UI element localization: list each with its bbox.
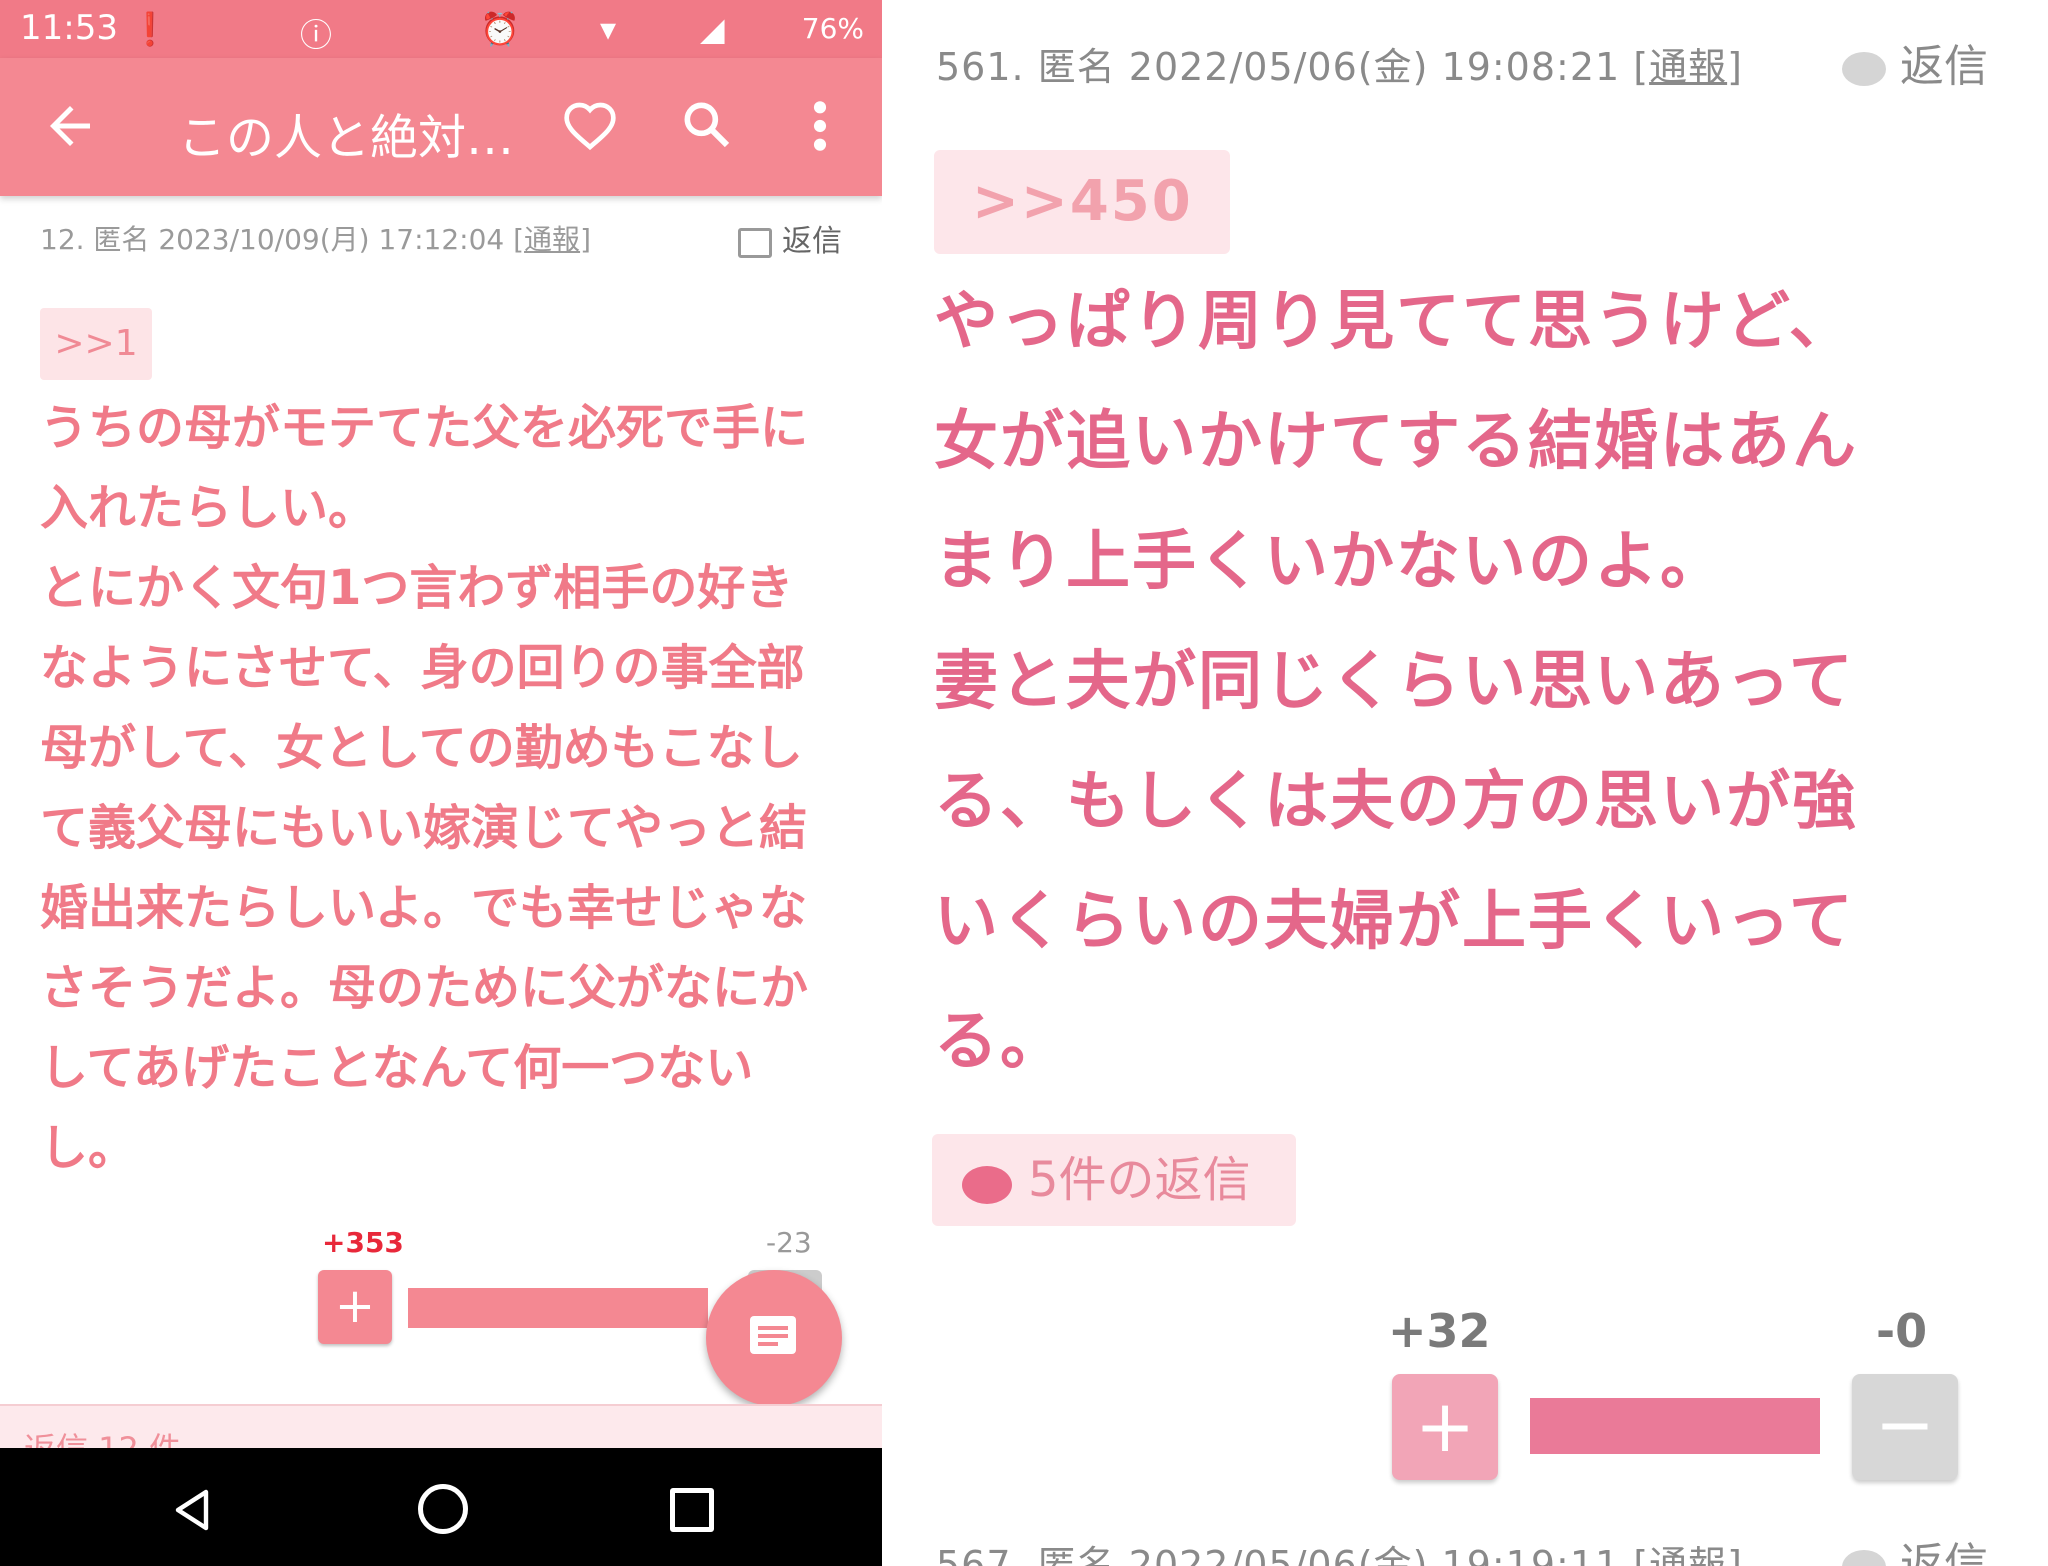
plus-count: +353 (322, 1226, 404, 1259)
minus-count: -23 (766, 1226, 812, 1259)
post-meta: 12. 匿名 2023/10/09(月) 17:12:04 [通報] (40, 218, 591, 258)
search-icon[interactable] (678, 96, 734, 152)
comment-bubble-icon (1842, 52, 1886, 86)
minus-count: -0 (1876, 1304, 1928, 1358)
plus-count: +32 (1388, 1304, 1491, 1358)
report-link[interactable]: 通報 (1649, 1543, 1727, 1566)
battery-level: 76% (801, 12, 864, 45)
app-bar: この人と絶対… (0, 58, 882, 196)
left-screenshot: 11:53 ❗ ⓘ ⏰ ▾ ◢ 76% この人と絶対… 12. 匿名 2023/… (0, 0, 882, 1566)
report-link[interactable]: 通報 (524, 223, 580, 256)
reply-label: 返信 (1900, 1539, 1988, 1566)
post-meta-text: 561. 匿名 2022/05/06(金) 19:08:21 [ (936, 45, 1650, 89)
info-icon: ⓘ (300, 16, 333, 54)
comment-icon (738, 227, 772, 258)
post-body: やっぱり周り見てて思うけど、 女が追いかけてする結婚はあん まり上手くいかないの… (934, 285, 1858, 1079)
signal-icon: ◢ (700, 10, 725, 48)
message-icon (750, 1316, 796, 1354)
more-vert-icon[interactable] (808, 98, 832, 154)
vote-ratio-bar (408, 1288, 708, 1328)
replies-button[interactable]: 5件の返信 (932, 1134, 1296, 1226)
post-meta-suffix: ] (580, 223, 591, 256)
plus-vote-button[interactable]: + (318, 1270, 392, 1344)
comment-fab[interactable] (706, 1270, 842, 1406)
post-meta-text: 567. 匿名 2022/05/06(金) 19:19:11 [ (936, 1543, 1650, 1566)
reply-button[interactable]: 返信 (738, 216, 842, 260)
anchor-link[interactable]: >>450 (934, 150, 1230, 254)
thread-title: この人と絶対… (178, 110, 515, 166)
post-meta-suffix: ] (1727, 1543, 1743, 1566)
comment-bubble-icon (1842, 1550, 1886, 1566)
wifi-icon: ▾ (600, 10, 617, 48)
status-bar: 11:53 ❗ ⓘ ⏰ ▾ ◢ 76% (0, 0, 882, 58)
alarm-icon: ⏰ (480, 10, 520, 48)
next-reply-button[interactable]: 返信 (1842, 1528, 1988, 1566)
post-meta-text: 12. 匿名 2023/10/09(月) 17:12:04 [ (40, 223, 525, 256)
replies-label: 5件の返信 (1028, 1152, 1251, 1208)
reply-button[interactable]: 返信 (1842, 30, 1988, 94)
heart-icon[interactable] (562, 98, 618, 154)
plus-vote-button[interactable]: + (1392, 1374, 1498, 1480)
post-meta-suffix: ] (1727, 45, 1743, 89)
reply-label: 返信 (1900, 41, 1988, 92)
reply-label: 返信 (782, 224, 842, 259)
right-screenshot: 561. 匿名 2022/05/06(金) 19:08:21 [通報] 返信 >… (926, 0, 2048, 1566)
anchor-link[interactable]: >>1 (40, 308, 152, 380)
next-post-meta: 567. 匿名 2022/05/06(金) 19:19:11 [通報] (936, 1534, 1743, 1566)
panel-divider (882, 0, 926, 1566)
report-link[interactable]: 通報 (1649, 45, 1727, 89)
back-arrow-icon[interactable] (40, 96, 100, 156)
nav-home-icon[interactable] (418, 1484, 468, 1534)
comment-bubble-icon (962, 1166, 1012, 1204)
post-meta: 561. 匿名 2022/05/06(金) 19:08:21 [通報] (936, 36, 1743, 91)
alert-icon: ❗ (130, 10, 170, 48)
status-time: 11:53 (20, 8, 118, 48)
minus-vote-button[interactable]: − (1852, 1374, 1958, 1480)
vote-ratio-bar (1530, 1398, 1820, 1454)
nav-recent-icon[interactable] (670, 1488, 714, 1532)
nav-back-icon[interactable] (168, 1486, 216, 1534)
post-body: うちの母がモテてた父を必死で手に 入れたらしい。 とにかく文句1つ言わず相手の好… (40, 400, 809, 1176)
